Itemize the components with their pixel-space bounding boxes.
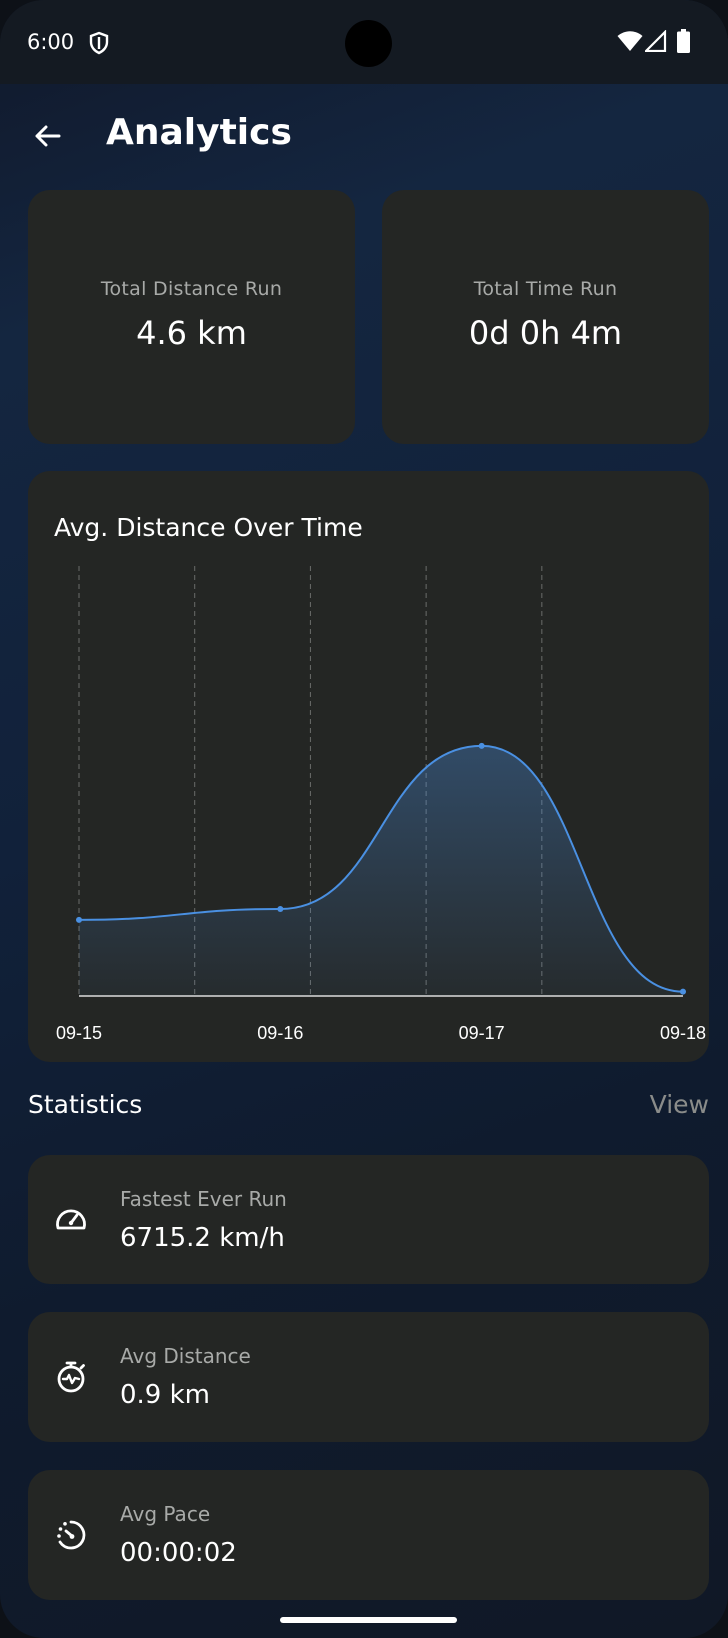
data-point (277, 906, 284, 912)
series-area (79, 745, 683, 996)
total-distance-label: Total Distance Run (100, 278, 283, 300)
stat-value: 00:00:02 (120, 1538, 237, 1568)
data-point (680, 988, 686, 995)
x-tick-label: 09-15 (56, 1023, 102, 1043)
stat-card-fastest-run[interactable]: Fastest Ever Run 6715.2 km/h (28, 1155, 709, 1284)
front-camera (345, 20, 392, 67)
shield-icon (89, 31, 109, 55)
stat-label: Avg Distance (120, 1344, 251, 1368)
stat-value: 6715.2 km/h (120, 1223, 285, 1253)
data-point (478, 742, 485, 749)
page-title: Analytics (106, 112, 292, 153)
total-distance-card: Total Distance Run 4.6 km (28, 190, 355, 444)
status-time: 6:00 (27, 30, 75, 54)
back-arrow-icon[interactable] (32, 121, 62, 151)
distance-chart-card: Avg. Distance Over Time 09-15 09-16 09-17 0… (28, 471, 709, 1062)
x-tick-label: 09-16 (257, 1023, 303, 1043)
total-time-label: Total Time Run (473, 278, 618, 300)
app-screen: 6:00 Analytics Total Distance Run 4.6 km… (0, 0, 728, 1638)
statistics-view-link[interactable]: View (650, 1090, 709, 1119)
x-tick-label: 09-17 (459, 1023, 505, 1043)
x-tick-label: 09-18 (660, 1023, 706, 1043)
stat-label: Avg Pace (120, 1502, 211, 1526)
signal-icon (645, 30, 667, 52)
battery-icon (677, 29, 690, 53)
status-bar: 6:00 (0, 0, 728, 84)
distance-chart: 09-15 09-16 09-17 09-18 (56, 566, 706, 1043)
timer-icon (57, 1520, 86, 1550)
stat-card-avg-pace[interactable]: Avg Pace 00:00:02 (28, 1470, 709, 1600)
wifi-icon (617, 31, 643, 51)
stat-label: Fastest Ever Run (120, 1187, 287, 1211)
stat-value: 0.9 km (120, 1380, 210, 1410)
speedometer-icon (56, 1209, 86, 1230)
stat-card-avg-distance[interactable]: Avg Distance 0.9 km (28, 1312, 709, 1442)
total-time-card: Total Time Run 0d 0h 4m (382, 190, 709, 444)
stopwatch-icon (57, 1361, 85, 1393)
home-indicator[interactable] (280, 1617, 457, 1623)
statistics-title: Statistics (28, 1090, 143, 1119)
total-distance-value: 4.6 km (136, 314, 247, 352)
total-time-value: 0d 0h 4m (468, 314, 623, 352)
data-point (76, 916, 82, 923)
